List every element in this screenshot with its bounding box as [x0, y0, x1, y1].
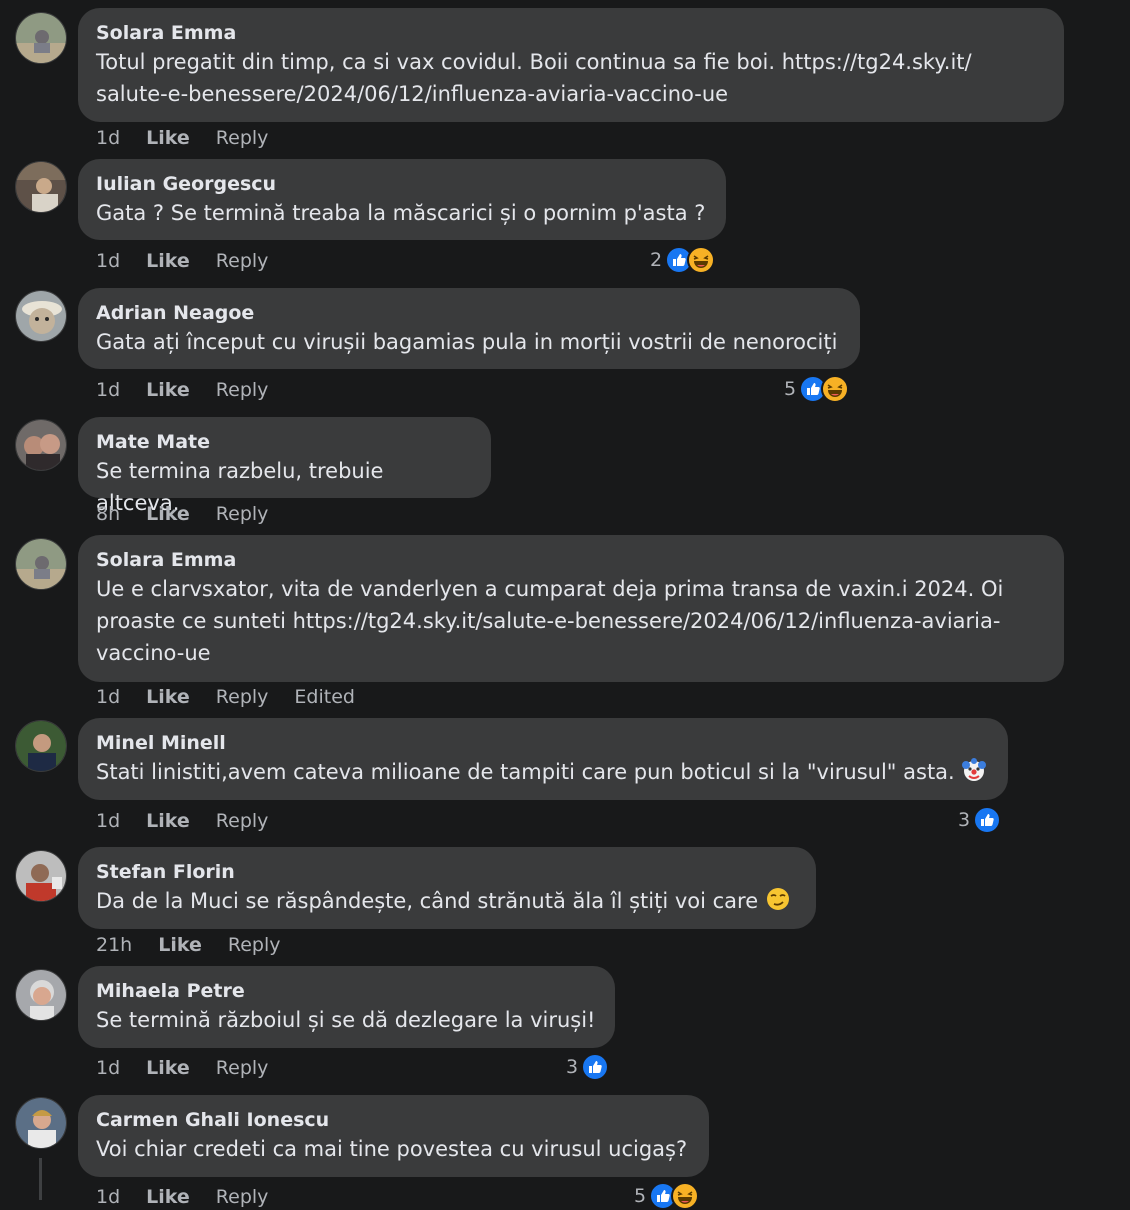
like-icon	[973, 806, 1002, 834]
comment-time[interactable]: 21h	[96, 934, 132, 956]
avatar[interactable]	[15, 720, 67, 772]
comment-author[interactable]: Solara Emma	[96, 20, 1046, 46]
comment-time[interactable]: 1d	[96, 1186, 120, 1208]
avatar[interactable]	[15, 850, 67, 902]
comment-actions: 1d Like Reply	[96, 1186, 268, 1208]
comment-time[interactable]: 1d	[96, 250, 120, 272]
comment-time[interactable]: 1d	[96, 379, 120, 401]
avatar[interactable]	[15, 538, 67, 590]
reaction-summary[interactable]: 2	[650, 246, 716, 274]
comment-text: Totul pregatit din timp, ca si vax covid…	[96, 50, 972, 106]
comment-time[interactable]: 8h	[96, 503, 120, 525]
like-button[interactable]: Like	[146, 503, 190, 525]
haha-icon	[821, 375, 850, 403]
comment-bubble: Mihaela Petre Se termină războiul și se …	[78, 966, 615, 1048]
like-button[interactable]: Like	[146, 686, 190, 708]
comment-author[interactable]: Solara Emma	[96, 547, 1046, 573]
comment-time[interactable]: 1d	[96, 686, 120, 708]
reply-button[interactable]: Reply	[216, 250, 269, 272]
like-button[interactable]: Like	[146, 810, 190, 832]
reaction-summary[interactable]: 5	[784, 375, 850, 403]
reply-button[interactable]: Reply	[228, 934, 281, 956]
comment-text-content: Da de la Muci se răspândește, când străn…	[96, 889, 759, 913]
comment-author[interactable]: Mate Mate	[96, 429, 473, 455]
comment-bubble: Carmen Ghali Ionescu Voi chiar credeti c…	[78, 1095, 709, 1177]
comment-author[interactable]: Mihaela Petre	[96, 978, 597, 1004]
reply-button[interactable]: Reply	[216, 810, 269, 832]
comment-text: Da de la Muci se răspândește, când străn…	[96, 885, 798, 921]
avatar[interactable]	[15, 12, 67, 64]
comment-author[interactable]: Minel Minell	[96, 730, 990, 756]
comment-bubble: Adrian Neagoe Gata ați început cu viruși…	[78, 288, 860, 369]
clown-face-emoji	[961, 757, 987, 792]
reaction-count: 3	[566, 1056, 579, 1078]
comment-author[interactable]: Stefan Florin	[96, 859, 798, 885]
comment-text: Stati linistiti,avem cateva milioane de …	[96, 756, 990, 792]
reaction-count: 5	[634, 1185, 647, 1207]
comment-actions: 1d Like Reply	[96, 810, 268, 832]
reaction-count: 5	[784, 378, 797, 400]
like-button[interactable]: Like	[146, 1186, 190, 1208]
haha-icon	[687, 246, 716, 274]
comment-bubble: Mate Mate Se termina razbelu, trebuie al…	[78, 417, 491, 515]
comment-actions: 8h Like Reply	[96, 503, 268, 525]
reaction-summary[interactable]: 3	[958, 806, 1002, 834]
comment-bubble: Solara Emma Totul pregatit din timp, ca …	[78, 8, 1064, 122]
comment-actions: 1d Like Reply	[96, 1057, 268, 1079]
reaction-summary[interactable]: 3	[566, 1053, 610, 1081]
reaction-summary[interactable]: 5	[634, 1182, 700, 1210]
comment-text-content: Stati linistiti,avem cateva milioane de …	[96, 760, 955, 784]
avatar[interactable]	[15, 1097, 67, 1149]
comment-time[interactable]: 1d	[96, 1057, 120, 1079]
comment-text: Gata ? Se termină treaba la măscarici și…	[96, 201, 706, 225]
comment-actions: 1d Like Reply	[96, 250, 268, 272]
comment-actions: 1d Like Reply Edited	[96, 686, 355, 708]
comment-author[interactable]: Carmen Ghali Ionescu	[96, 1107, 691, 1133]
reaction-count: 2	[650, 249, 663, 271]
like-icon	[581, 1053, 610, 1081]
comment-time[interactable]: 1d	[96, 127, 120, 149]
haha-icon	[671, 1182, 700, 1210]
avatar[interactable]	[15, 161, 67, 213]
avatar[interactable]	[15, 969, 67, 1021]
comment-bubble: Solara Emma Ue e clarvsxator, vita de va…	[78, 535, 1064, 682]
avatar[interactable]	[15, 290, 67, 342]
reply-button[interactable]: Reply	[216, 686, 269, 708]
comment-bubble: Minel Minell Stati linistiti,avem cateva…	[78, 718, 1008, 800]
comment-actions: 1d Like Reply	[96, 127, 268, 149]
reply-button[interactable]: Reply	[216, 503, 269, 525]
edited-label[interactable]: Edited	[294, 686, 355, 708]
comment-text: Se termină războiul și se dă dezlegare l…	[96, 1008, 596, 1032]
like-button[interactable]: Like	[146, 379, 190, 401]
comment-actions: 21h Like Reply	[96, 934, 280, 956]
comment-actions: 1d Like Reply	[96, 379, 268, 401]
comment-time[interactable]: 1d	[96, 810, 120, 832]
comment-text: Gata ați început cu virușii bagamias pul…	[96, 330, 838, 354]
reaction-count: 3	[958, 809, 971, 831]
comment-text: Voi chiar credeti ca mai tine povestea c…	[96, 1137, 688, 1161]
reply-button[interactable]: Reply	[216, 1057, 269, 1079]
reply-button[interactable]: Reply	[216, 379, 269, 401]
like-button[interactable]: Like	[146, 127, 190, 149]
comment-bubble: Iulian Georgescu Gata ? Se termină treab…	[78, 159, 726, 240]
smirk-face-emoji	[765, 886, 791, 921]
like-button[interactable]: Like	[146, 250, 190, 272]
reply-thread-line	[39, 1158, 42, 1200]
comment-bubble: Stefan Florin Da de la Muci se răspândeș…	[78, 847, 816, 929]
avatar[interactable]	[15, 419, 67, 471]
like-button[interactable]: Like	[158, 934, 202, 956]
comment-author[interactable]: Iulian Georgescu	[96, 171, 708, 197]
like-button[interactable]: Like	[146, 1057, 190, 1079]
comment-text: Ue e clarvsxator, vita de vanderlyen a c…	[96, 577, 1004, 665]
reply-button[interactable]: Reply	[216, 127, 269, 149]
comment-author[interactable]: Adrian Neagoe	[96, 300, 842, 326]
reply-button[interactable]: Reply	[216, 1186, 269, 1208]
